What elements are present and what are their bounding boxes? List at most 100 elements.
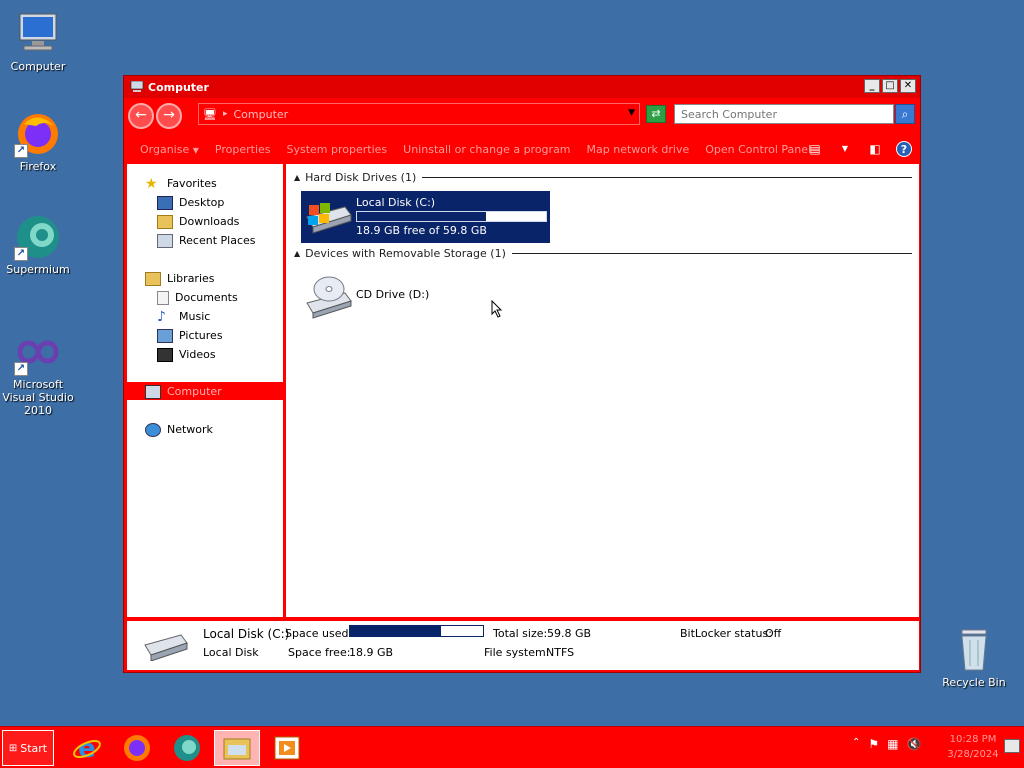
nav-item-recent-places[interactable]: Recent Places xyxy=(157,231,256,250)
desktop-icon-visual-studio[interactable]: ↗ Microsoft Visual Studio 2010 xyxy=(0,328,76,417)
nav-item-documents[interactable]: Documents xyxy=(157,288,238,307)
drive-free-space: 18.9 GB free of 59.8 GB xyxy=(356,224,487,237)
drive-name: Local Disk (C:) xyxy=(356,196,436,209)
close-button[interactable]: ✕ xyxy=(900,79,916,93)
command-bar: Organise ▼ Properties System properties … xyxy=(124,136,920,162)
shortcut-arrow-icon: ↗ xyxy=(14,144,28,158)
system-properties-button[interactable]: System properties xyxy=(287,143,388,156)
internet-explorer-icon: e xyxy=(73,734,101,763)
nav-item-label: Recent Places xyxy=(179,234,256,247)
desktop-icon-recycle-bin[interactable]: Recycle Bin xyxy=(936,626,1012,689)
preview-pane-icon[interactable]: ◧ xyxy=(866,140,884,158)
drive-usage-fill xyxy=(357,212,487,221)
filesystem-value: NTFS xyxy=(546,646,575,659)
forward-button[interactable]: → xyxy=(156,103,182,129)
map-network-drive-button[interactable]: Map network drive xyxy=(587,143,690,156)
address-field[interactable]: 🖥 ▸ Computer ▼ xyxy=(198,103,640,125)
nav-item-pictures[interactable]: Pictures xyxy=(157,326,223,345)
show-desktop-button[interactable] xyxy=(1004,739,1020,753)
taskbar-internet-explorer[interactable]: e xyxy=(64,730,110,766)
search-icon[interactable]: ⌕ xyxy=(895,104,915,124)
firefox-icon xyxy=(124,735,150,761)
details-usage-bar xyxy=(349,625,484,637)
clock-date: 3/28/2024 xyxy=(947,749,999,760)
volume-muted-icon[interactable]: 🔇 xyxy=(907,737,922,751)
desktop-icon-supermium[interactable]: ↗ Supermium xyxy=(0,213,76,276)
supermium-icon: ↗ xyxy=(14,213,62,261)
taskbar-supermium[interactable] xyxy=(164,730,210,766)
search-input[interactable] xyxy=(674,104,894,124)
svg-text:e: e xyxy=(78,734,96,763)
maximize-button[interactable]: □ xyxy=(882,79,898,93)
taskbar: ⊞ Start e ⌃ ⚑ ▦ 🔇 10:28 PM 3/28/2024 xyxy=(0,726,1024,768)
nav-item-downloads[interactable]: Downloads xyxy=(157,212,239,231)
drive-cd-d[interactable]: CD Drive (D:) xyxy=(301,271,550,321)
shortcut-arrow-icon: ↗ xyxy=(14,362,28,376)
content-pane: ▲ Hard Disk Drives (1) Local Disk (C:) 1… xyxy=(286,164,919,617)
breadcrumb-computer[interactable]: Computer xyxy=(234,108,289,121)
group-header-hard-disks[interactable]: ▲ Hard Disk Drives (1) xyxy=(294,171,912,184)
taskbar-windows-explorer[interactable] xyxy=(214,730,260,766)
nav-item-computer[interactable]: Computer xyxy=(145,382,222,401)
nav-item-label: Documents xyxy=(175,291,238,304)
group-divider xyxy=(422,177,912,178)
recent-places-icon xyxy=(157,233,173,248)
properties-button[interactable]: Properties xyxy=(215,143,271,156)
videos-icon xyxy=(157,347,173,362)
view-options-icon[interactable]: ▤ xyxy=(806,140,824,158)
nav-item-libraries[interactable]: Libraries xyxy=(145,269,215,288)
uninstall-program-button[interactable]: Uninstall or change a program xyxy=(403,143,570,156)
drive-local-disk-c[interactable]: Local Disk (C:) 18.9 GB free of 59.8 GB xyxy=(301,191,550,243)
desktop-icon-firefox[interactable]: ↗ Firefox xyxy=(0,110,76,173)
nav-item-label: Pictures xyxy=(179,329,223,342)
nav-item-label: Libraries xyxy=(167,272,215,285)
refresh-button[interactable]: ⇄ xyxy=(646,105,666,123)
address-bar: ← → 🖥 ▸ Computer ▼ ⇄ ⌕ xyxy=(124,100,920,132)
nav-item-videos[interactable]: Videos xyxy=(157,345,216,364)
back-button[interactable]: ← xyxy=(128,103,154,129)
desktop-icon xyxy=(157,195,173,210)
collapse-triangle-icon[interactable]: ▲ xyxy=(294,249,300,258)
recycle-bin-icon xyxy=(950,626,998,674)
computer-icon xyxy=(14,10,62,58)
group-header-removable[interactable]: ▲ Devices with Removable Storage (1) xyxy=(294,247,912,260)
network-icon xyxy=(145,422,161,437)
nav-item-network[interactable]: Network xyxy=(145,420,213,439)
collapse-triangle-icon[interactable]: ▲ xyxy=(294,173,300,182)
window-title: Computer xyxy=(148,80,209,94)
open-control-panel-button[interactable]: Open Control Panel xyxy=(705,143,811,156)
bitlocker-value: Off xyxy=(765,627,782,640)
taskbar-clock[interactable]: 10:28 PM 3/28/2024 xyxy=(944,732,1002,762)
space-used-label: Space used: xyxy=(285,627,353,640)
hard-drive-icon xyxy=(144,634,188,661)
nav-item-label: Videos xyxy=(179,348,216,361)
nav-item-label: Music xyxy=(179,310,211,323)
desktop-icon-computer[interactable]: Computer xyxy=(0,10,76,73)
bitlocker-label: BitLocker status: xyxy=(680,627,772,640)
taskbar-media-player[interactable] xyxy=(264,730,310,766)
start-button[interactable]: ⊞ Start xyxy=(2,730,54,766)
title-bar[interactable]: Computer _ □ ✕ xyxy=(124,76,920,98)
total-size-value: 59.8 GB xyxy=(547,627,592,640)
view-dropdown-icon[interactable]: ▼ xyxy=(836,140,854,158)
media-player-icon xyxy=(274,736,300,760)
filesystem-label: File system: xyxy=(484,646,550,659)
chevron-down-icon: ▼ xyxy=(192,145,199,155)
tray-expand-icon[interactable]: ⌃ xyxy=(852,737,860,751)
address-dropdown-icon[interactable]: ▼ xyxy=(628,108,635,118)
total-size-label: Total size: xyxy=(493,627,548,640)
network-tray-icon[interactable]: ▦ xyxy=(887,737,898,751)
organise-button[interactable]: Organise ▼ xyxy=(140,143,199,156)
nav-item-favorites[interactable]: ★ Favorites xyxy=(145,174,217,193)
help-icon[interactable]: ? xyxy=(896,141,912,157)
group-header-label: Devices with Removable Storage (1) xyxy=(305,247,506,260)
minimize-button[interactable]: _ xyxy=(864,79,880,93)
nav-item-desktop[interactable]: Desktop xyxy=(157,193,224,212)
desktop-icon-label: Firefox xyxy=(19,160,57,173)
details-pane: Local Disk (C:) Local Disk Space used: S… xyxy=(127,621,919,670)
nav-item-music[interactable]: ♪ Music xyxy=(157,307,210,326)
taskbar-firefox[interactable] xyxy=(114,730,160,766)
supermium-icon xyxy=(174,735,200,761)
details-usage-fill xyxy=(350,626,441,636)
action-center-flag-icon[interactable]: ⚑ xyxy=(868,737,879,751)
